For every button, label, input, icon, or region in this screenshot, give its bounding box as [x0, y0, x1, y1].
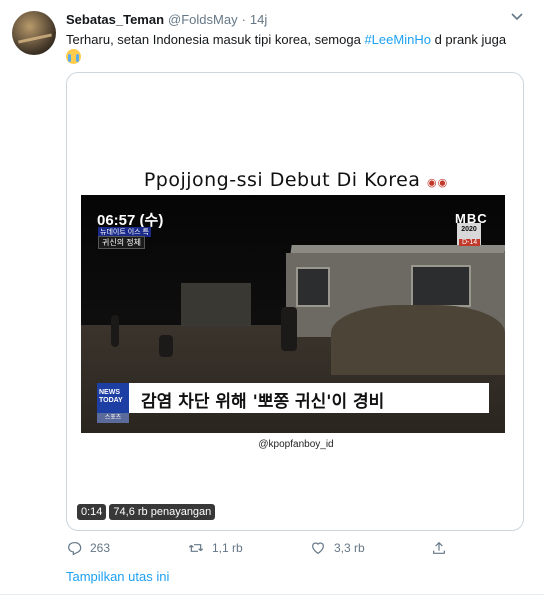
- show-thread-link[interactable]: Tampilkan utas ini: [66, 569, 169, 584]
- person-figure: [281, 307, 297, 351]
- eyes-icon: ◉◉: [426, 176, 449, 189]
- retweet-button[interactable]: 1,1 rb: [188, 540, 243, 556]
- reply-button[interactable]: 263: [66, 540, 110, 556]
- retweet-count: 1,1 rb: [212, 541, 243, 555]
- window: [411, 265, 471, 307]
- video-title-text: Ppojjong-ssi Debut Di Korea: [143, 169, 421, 191]
- tweet-timestamp[interactable]: 14j: [250, 12, 267, 27]
- separator-dot: ·: [241, 12, 246, 27]
- reply-count: 263: [90, 541, 111, 555]
- news-logo-sub: 스포츠: [97, 413, 129, 423]
- share-icon: [433, 541, 445, 554]
- news-logo: NEWS TODAY: [97, 383, 129, 413]
- chevron-down-icon[interactable]: [510, 10, 524, 24]
- news-tag: 귀신의 정체: [98, 236, 146, 249]
- tweet-header: Sebatas_Teman @FoldsMay · 14j: [66, 12, 267, 30]
- video-player[interactable]: Ppojjong-ssi Debut Di Korea ◉◉ 06:57 (수)…: [66, 72, 524, 531]
- rubble-pile: [331, 305, 505, 375]
- tweet-text-part: d prank juga: [430, 32, 507, 47]
- dday-badge: D-14: [459, 239, 481, 246]
- reply-icon: [68, 542, 82, 556]
- video-duration: 0:14: [77, 504, 107, 520]
- tweet-text: Terharu, setan Indonesia masuk tipi kore…: [66, 31, 526, 65]
- person-figure: [111, 315, 119, 347]
- tweet-card[interactable]: Sebatas_Teman @FoldsMay · 14j Terharu, s…: [0, 0, 544, 595]
- user-handle[interactable]: @FoldsMay: [168, 12, 238, 27]
- tweet-text-part: Terharu, setan Indonesia masuk tipi kore…: [66, 32, 365, 47]
- video-views: 74,6 rb penayangan: [109, 504, 216, 520]
- window: [296, 267, 330, 307]
- video-frame[interactable]: 06:57 (수) 뉴데이트 이스 특 귀신의 정체 MBC 2020 D-14…: [81, 195, 505, 433]
- person-figure: [159, 335, 173, 357]
- video-stats: 0:14 74,6 rb penayangan: [77, 504, 216, 520]
- video-credit: @kpopfanboy_id: [258, 439, 334, 450]
- news-headline: 감염 차단 위해 '뽀쫑 귀신'이 경비: [141, 392, 385, 412]
- share-button[interactable]: [431, 540, 447, 556]
- shack: [181, 283, 251, 327]
- video-title: Ppojjong-ssi Debut Di Korea ◉◉: [67, 169, 523, 191]
- avatar[interactable]: [12, 11, 56, 55]
- retweet-icon: [188, 544, 204, 552]
- loudly-crying-face-icon: [66, 49, 81, 64]
- heart-icon: [312, 542, 324, 555]
- hashtag-link[interactable]: #LeeMinHo: [364, 32, 431, 47]
- like-button[interactable]: 3,3 rb: [310, 540, 365, 556]
- tweet-actions: 263 1,1 rb 3,3 rb: [66, 540, 486, 558]
- display-name[interactable]: Sebatas_Teman: [66, 12, 164, 27]
- news-lower-third: NEWS TODAY 감염 차단 위해 '뽀쫑 귀신'이 경비: [97, 383, 489, 413]
- like-count: 3,3 rb: [334, 541, 365, 555]
